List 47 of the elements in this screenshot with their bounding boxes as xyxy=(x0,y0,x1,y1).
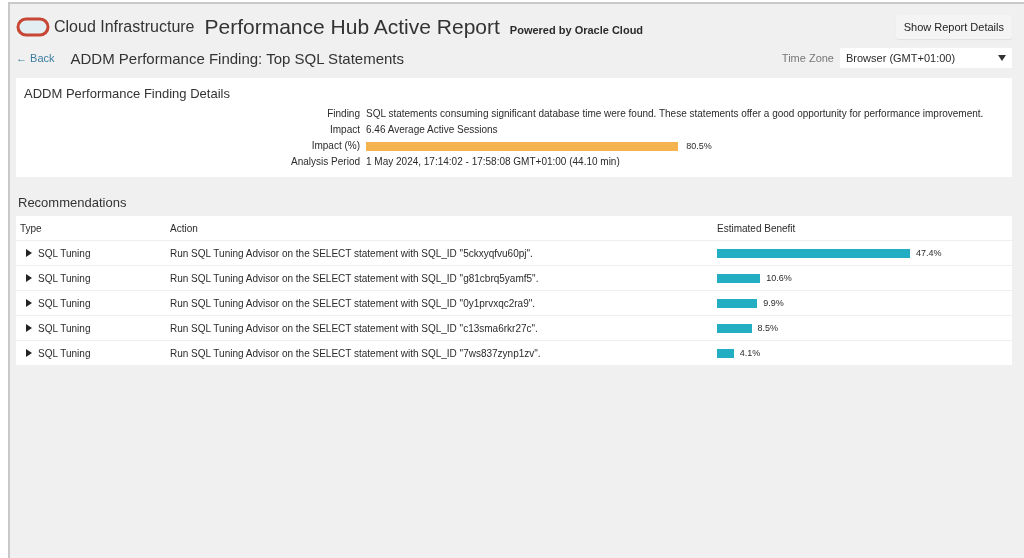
caret-icon xyxy=(998,55,1006,61)
expand-icon[interactable] xyxy=(26,299,32,307)
logo-icon xyxy=(16,17,50,37)
section-title: Recommendations xyxy=(18,195,128,210)
show-report-details-button[interactable]: Show Report Details xyxy=(895,15,1012,39)
report-title: Performance Hub Active Report xyxy=(204,15,500,39)
table-cell-text: Run SQL Tuning Advisor on the SELECT statement with SQL_ID "c13sma6rkr27c". xyxy=(170,322,539,334)
benefit-bar xyxy=(717,273,761,283)
benefit-percent: 10.6% xyxy=(766,273,792,283)
field-value: SQL statements consuming significant database time were found. These statements offer a good opportunity for performance improvement. xyxy=(366,107,985,121)
brand-name: Cloud Infrastructure xyxy=(54,18,195,36)
table-cell: SQL Tuning xyxy=(38,247,91,259)
time-zone-label: Time Zone xyxy=(781,52,834,64)
expand-icon[interactable] xyxy=(26,349,32,357)
table-cell-text: Run SQL Tuning Advisor on the SELECT statement with SQL_ID "g81cbrq5yamf5". xyxy=(170,272,540,284)
time-zone-dropdown[interactable]: Browser (GMT+01:00) xyxy=(840,48,1012,68)
benefit-bar xyxy=(717,348,734,358)
benefit-percent: 4.1% xyxy=(739,348,761,358)
field-label: Finding xyxy=(326,107,360,121)
benefit-bar xyxy=(717,323,752,333)
column-header: Type xyxy=(20,222,43,234)
back-link[interactable]: ← Back xyxy=(16,52,55,64)
table-cell: SQL Tuning xyxy=(38,272,91,284)
table-cell-text: Run SQL Tuning Advisor on the SELECT statement with SQL_ID "7ws837zynp1zv". xyxy=(170,347,542,359)
report-subtitle: Powered by Oracle Cloud xyxy=(509,24,644,36)
table-cell-text: Run SQL Tuning Advisor on the SELECT statement with SQL_ID "0y1prvxqc2ra9". xyxy=(170,297,537,309)
column-header: Estimated Benefit xyxy=(717,222,797,234)
impact-percent: 80.5% xyxy=(686,140,712,153)
card-title: ADDM Performance Finding Details xyxy=(24,86,231,101)
table-cell: SQL Tuning xyxy=(38,297,91,309)
field-value: 1 May 2024, 17:14:02 - 17:58:08 GMT+01:00 (44.10 min) xyxy=(366,155,621,169)
field-label: Impact xyxy=(329,123,360,137)
benefit-percent: 9.9% xyxy=(763,298,784,308)
table-cell: SQL Tuning xyxy=(38,322,91,334)
expand-icon[interactable] xyxy=(26,324,32,332)
benefit-percent: 8.5% xyxy=(757,323,779,333)
field-label: Impact (%) xyxy=(310,139,360,153)
table-cell-text: Run SQL Tuning Advisor on the SELECT statement with SQL_ID "5ckxyqfvu60pj". xyxy=(170,247,534,259)
expand-icon[interactable] xyxy=(26,274,32,282)
benefit-bar xyxy=(717,298,758,308)
benefit-percent: 47.4% xyxy=(915,248,942,258)
page-heading: ADDM Performance Finding: Top SQL Statements xyxy=(70,49,404,67)
field-value: 6.46 Average Active Sessions xyxy=(366,123,499,137)
field-label: Analysis Period xyxy=(290,155,360,169)
expand-icon[interactable] xyxy=(26,249,32,257)
column-header: Action xyxy=(170,222,199,234)
table-cell: SQL Tuning xyxy=(38,347,91,359)
